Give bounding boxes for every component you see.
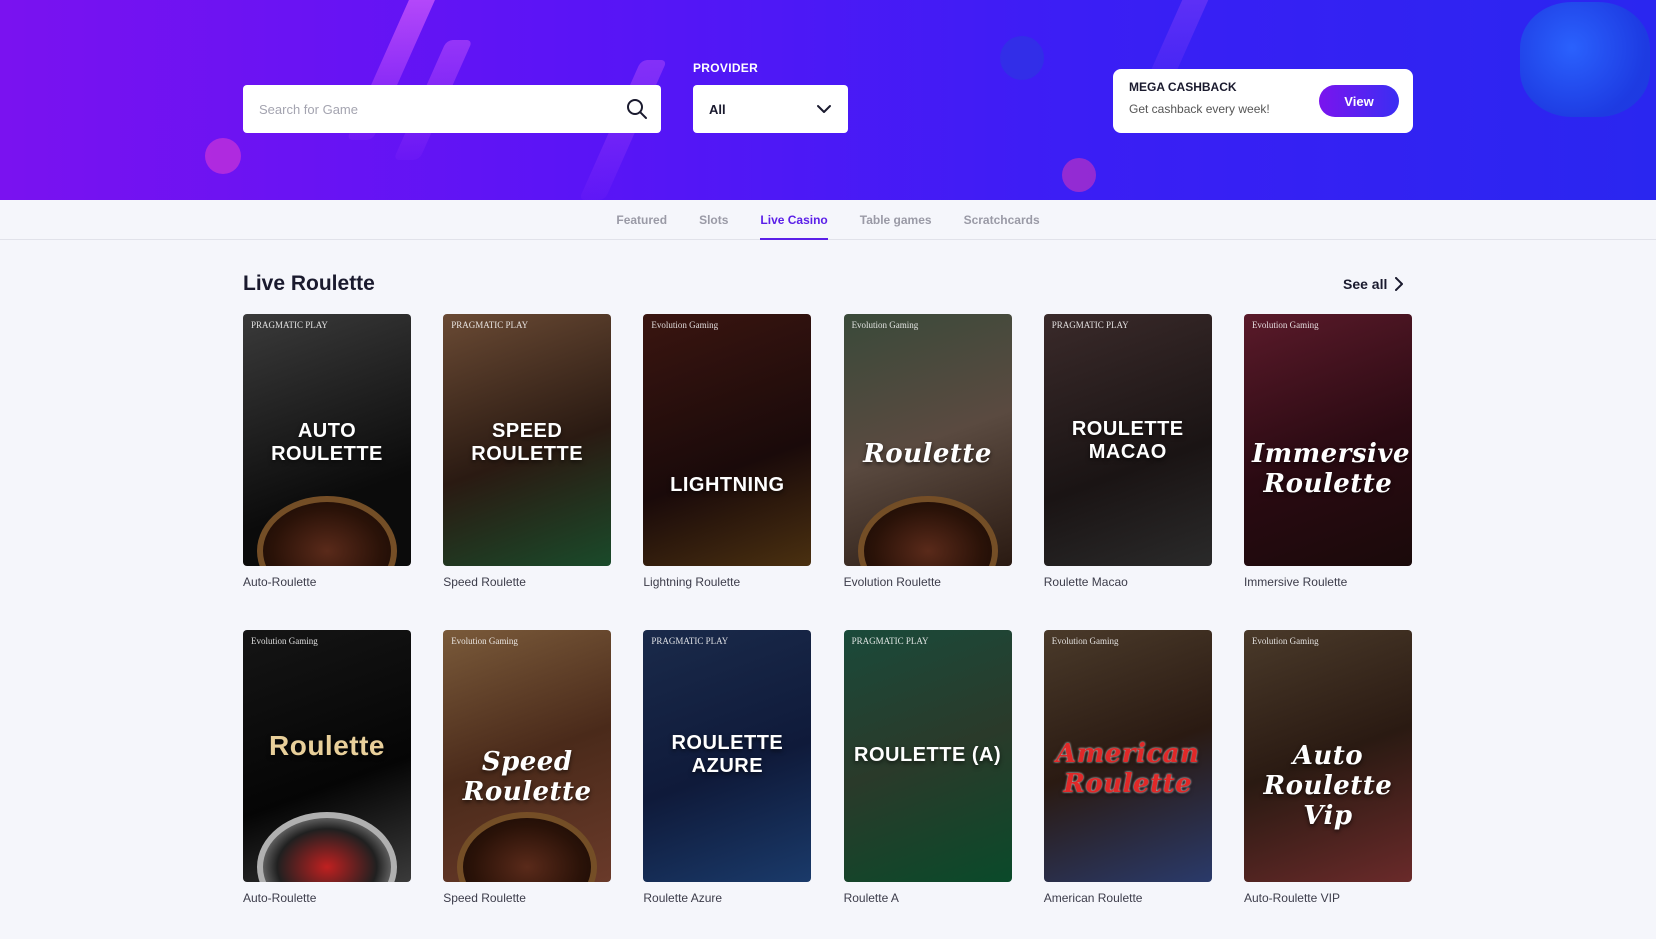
game-card[interactable]: Evolution Gaming American Roulette Ameri… — [1043, 630, 1212, 939]
game-thumbnail[interactable]: PRAGMATIC PLAY ROULETTE MACAO — [1043, 314, 1212, 566]
game-card[interactable]: Evolution Gaming Roulette Evolution Roul… — [843, 314, 1012, 630]
game-name[interactable]: Roulette Macao — [1044, 575, 1212, 589]
provider-logo: Evolution Gaming — [851, 320, 919, 330]
game-thumbnail[interactable]: Evolution Gaming American Roulette — [1043, 630, 1212, 882]
game-thumbnail[interactable]: PRAGMATIC PLAY SPEED ROULETTE — [443, 314, 612, 566]
game-thumbnail[interactable]: Evolution Gaming Roulette — [843, 314, 1012, 566]
game-name[interactable]: Speed Roulette — [443, 891, 611, 905]
provider-label: PROVIDER — [693, 61, 759, 75]
game-art-title: LIGHTNING — [670, 474, 785, 496]
provider-logo: PRAGMATIC PLAY — [1051, 320, 1129, 330]
roulette-wheel-art — [257, 812, 397, 882]
game-art-title: Roulette — [269, 730, 385, 761]
see-all-link[interactable]: See all — [1343, 276, 1404, 292]
tab-scratchcards[interactable]: Scratchcards — [964, 200, 1040, 240]
game-name[interactable]: American Roulette — [1044, 891, 1212, 905]
search-input[interactable] — [259, 101, 625, 117]
provider-dropdown[interactable]: All — [693, 85, 848, 133]
game-name[interactable]: Roulette Azure — [643, 891, 811, 905]
tab-live-casino[interactable]: Live Casino — [760, 200, 829, 240]
decor-circle — [1000, 36, 1044, 80]
provider-logo: Evolution Gaming — [451, 636, 518, 646]
game-card[interactable]: PRAGMATIC PLAY AUTO ROULETTE Auto-Roulet… — [243, 314, 411, 630]
tab-table-games[interactable]: Table games — [860, 200, 932, 240]
game-thumbnail[interactable]: Evolution Gaming Speed Roulette — [443, 630, 612, 882]
game-art-title: ROULETTE AZURE — [671, 732, 784, 777]
section-title: Live Roulette — [243, 272, 375, 295]
tab-featured[interactable]: Featured — [616, 200, 667, 240]
search-box[interactable] — [243, 85, 661, 133]
decor-circle — [1062, 158, 1096, 192]
provider-logo: Evolution Gaming — [1251, 636, 1319, 646]
provider-logo: Evolution Gaming — [1051, 636, 1119, 646]
decor-circle — [205, 138, 241, 174]
game-art-title: SPEED ROULETTE — [471, 420, 584, 465]
game-thumbnail[interactable]: Evolution Gaming Auto Roulette Vip — [1243, 630, 1412, 882]
game-thumbnail[interactable]: PRAGMATIC PLAY ROULETTE AZURE — [643, 630, 812, 882]
chevron-down-icon — [817, 105, 831, 113]
game-card[interactable]: PRAGMATIC PLAY ROULETTE MACAO Roulette M… — [1043, 314, 1212, 630]
decor-shape — [1520, 2, 1650, 117]
game-card[interactable]: Evolution Gaming Speed Roulette Speed Ro… — [443, 630, 612, 939]
roulette-wheel-art — [857, 496, 998, 566]
game-art-title: Immersive Roulette — [1251, 439, 1411, 499]
view-button[interactable]: View — [1319, 85, 1399, 117]
game-art-title: Speed Roulette — [462, 747, 592, 807]
mega-cashback-card: MEGA CASHBACK Get cashback every week! V… — [1113, 69, 1413, 133]
provider-logo: Evolution Gaming — [1251, 320, 1319, 330]
hero-banner: PROVIDER All MEGA CASHBACK Get cashback … — [0, 0, 1656, 200]
see-all-label: See all — [1343, 276, 1388, 292]
game-card[interactable]: Evolution Gaming Roulette Auto-Roulette — [243, 630, 411, 939]
game-card[interactable]: Evolution Gaming Immersive Roulette Imme… — [1243, 314, 1412, 630]
game-card[interactable]: PRAGMATIC PLAY ROULETTE AZURE Roulette A… — [643, 630, 812, 939]
game-name[interactable]: Auto-Roulette VIP — [1244, 891, 1412, 905]
search-icon[interactable] — [625, 97, 649, 121]
game-name[interactable]: Auto-Roulette — [243, 891, 411, 905]
roulette-wheel-art — [257, 496, 397, 566]
game-art-title: American Roulette — [1056, 739, 1200, 799]
provider-logo: PRAGMATIC PLAY — [851, 636, 929, 646]
category-tabs: Featured Slots Live Casino Table games S… — [0, 200, 1656, 240]
game-name[interactable]: Lightning Roulette — [643, 575, 811, 589]
game-art-title: AUTO ROULETTE — [271, 420, 383, 465]
game-name[interactable]: Evolution Roulette — [844, 575, 1012, 589]
roulette-wheel-art — [457, 812, 598, 882]
game-art-title: Auto Roulette Vip — [1263, 741, 1393, 831]
game-name[interactable]: Roulette A — [844, 891, 1012, 905]
provider-logo: Evolution Gaming — [251, 636, 318, 646]
game-art-title: Roulette — [863, 439, 992, 469]
provider-logo: PRAGMATIC PLAY — [651, 636, 729, 646]
tab-slots[interactable]: Slots — [699, 200, 728, 240]
game-name[interactable]: Auto-Roulette — [243, 575, 411, 589]
game-thumbnail[interactable]: Evolution Gaming LIGHTNING — [643, 314, 812, 566]
game-card[interactable]: Evolution Gaming Auto Roulette Vip Auto-… — [1243, 630, 1412, 939]
game-thumbnail[interactable]: PRAGMATIC PLAY ROULETTE (A) — [843, 630, 1012, 882]
game-grid: PRAGMATIC PLAY AUTO ROULETTE Auto-Roulet… — [243, 314, 1412, 939]
game-art-title: ROULETTE MACAO — [1071, 418, 1184, 463]
provider-logo: PRAGMATIC PLAY — [251, 320, 328, 330]
game-art-title: ROULETTE (A) — [854, 744, 1002, 766]
game-card[interactable]: Evolution Gaming LIGHTNING Lightning Rou… — [643, 314, 812, 630]
provider-logo: Evolution Gaming — [651, 320, 719, 330]
game-card[interactable]: PRAGMATIC PLAY SPEED ROULETTE Speed Roul… — [443, 314, 612, 630]
game-thumbnail[interactable]: Evolution Gaming Immersive Roulette — [1243, 314, 1412, 566]
provider-selected-value: All — [709, 101, 726, 117]
game-thumbnail[interactable]: PRAGMATIC PLAY AUTO ROULETTE — [243, 314, 411, 566]
provider-logo: PRAGMATIC PLAY — [451, 320, 529, 330]
game-name[interactable]: Speed Roulette — [443, 575, 611, 589]
chevron-right-icon — [1395, 277, 1404, 291]
game-card[interactable]: PRAGMATIC PLAY ROULETTE (A) Roulette A — [843, 630, 1012, 939]
game-thumbnail[interactable]: Evolution Gaming Roulette — [243, 630, 411, 882]
game-name[interactable]: Immersive Roulette — [1244, 575, 1412, 589]
